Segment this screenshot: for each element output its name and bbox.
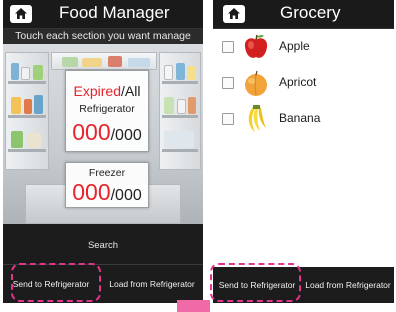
refrigerator-count: 000/000 [66,119,148,146]
screenshot-stage: Food Manager Touch each section you want… [0,0,396,312]
item-label: Apple [279,39,310,53]
home-icon[interactable] [10,5,32,23]
apple-icon [244,34,268,58]
all-word: All [124,83,141,99]
freezer-label: Freezer [88,167,126,179]
fridge-left-door [5,52,49,170]
refrigerator-total-count: /000 [110,127,142,144]
load-from-refrigerator-button[interactable]: Load from Refrigerator [101,265,203,303]
item-label: Banana [279,111,321,125]
item-checkbox[interactable] [222,113,234,125]
refrigerator-image[interactable]: Expired/All Refrigerator 000/000 Freezer… [3,44,203,224]
fridge-top-interior [51,52,157,70]
food-manager-screen: Food Manager Touch each section you want… [3,0,203,303]
item-checkbox[interactable] [222,77,234,89]
expired-word: Expired [73,83,121,99]
item-label: Apricot [279,75,317,89]
page-title: Grocery [280,3,341,22]
list-item[interactable]: Apricot [213,66,394,100]
freezer-expired-count: 000 [72,179,111,205]
search-menu-item[interactable]: Search [3,234,203,258]
expired-all-header: Expired/All [66,83,148,99]
list-item[interactable]: Banana [213,102,394,136]
freezer-total-count: /000 [110,187,142,204]
freezer-count: 000/000 [66,179,148,206]
send-button-highlight-right [210,263,301,302]
home-icon[interactable] [223,5,245,23]
send-button-highlight-left [11,263,101,302]
food-manager-header: Food Manager [3,0,203,29]
banana-icon [248,105,266,132]
apricot-icon [245,70,267,96]
item-checkbox[interactable] [222,41,234,53]
freezer-summary-card[interactable]: Freezer 000/000 [65,162,149,208]
pink-arrow-tab [177,300,210,312]
refrigerator-expired-count: 000 [72,119,111,145]
refrigerator-label: Refrigerator [79,103,135,115]
refrigerator-summary-card[interactable]: Expired/All Refrigerator 000/000 [65,70,149,152]
page-title: Food Manager [59,3,170,22]
grocery-screen: Grocery Apple Apricot Banana Send to Ref… [213,0,394,303]
instruction-text: Touch each section you want manage [3,29,203,44]
load-from-refrigerator-button[interactable]: Load from Refrigerator [302,267,394,303]
grocery-header: Grocery [213,0,394,29]
fridge-right-door [159,52,201,170]
list-item[interactable]: Apple [213,30,394,64]
grocery-list: Apple Apricot Banana [213,29,394,267]
